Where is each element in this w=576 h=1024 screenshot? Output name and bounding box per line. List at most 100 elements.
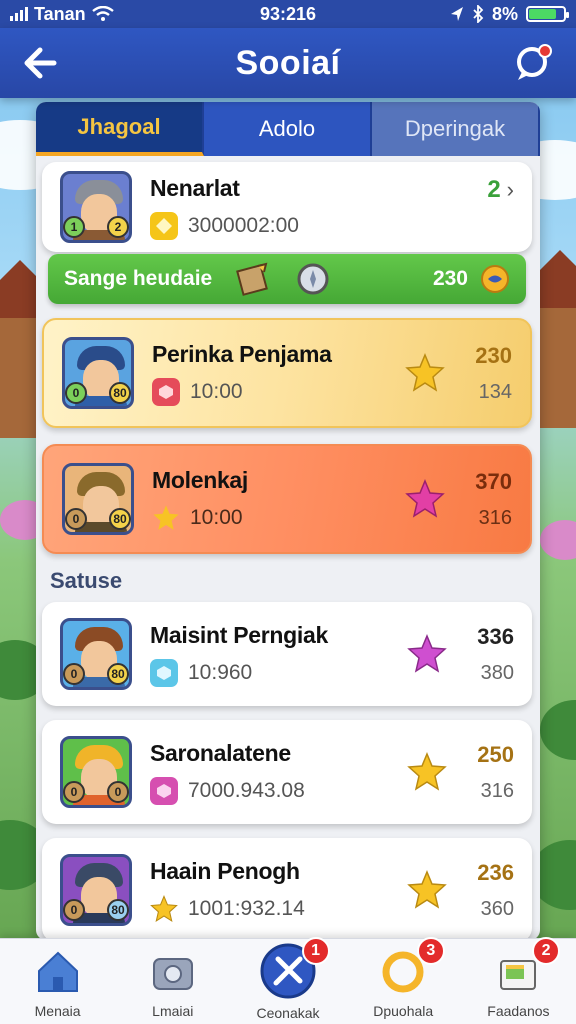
avatar: 0 0 (60, 736, 132, 808)
signal-icon (10, 7, 28, 21)
app-header: Sooiaí (0, 28, 576, 98)
bottom-nav: Menaia Lmaiai 1 Ceonakak 3 Dpuohala 2 Fa… (0, 937, 576, 1024)
star-small-icon (150, 894, 178, 923)
avatar: 1 2 (60, 171, 132, 243)
avatar: 0 80 (62, 463, 134, 535)
player-name: Perinka Penjama (152, 340, 332, 367)
level-badge: 0 (63, 663, 85, 685)
player-score-secondary: 316 (478, 506, 512, 529)
tab-adolo[interactable]: Adolo (204, 102, 372, 156)
level-badge: 2 (107, 216, 129, 238)
player-name: Maisint Perngiak (150, 621, 328, 648)
notification-dot (538, 44, 552, 58)
chevron-right-icon[interactable]: › (507, 177, 514, 203)
player-name: Molenkaj (152, 466, 249, 493)
section-label: Satuse (50, 568, 123, 593)
tab-dperingak[interactable]: Dperingak (372, 102, 540, 156)
main-panel: Jhagoal Adolo Dperingak 1 2 Nenarlat 300… (36, 102, 540, 940)
home-icon (37, 951, 78, 992)
status-bar: Tanan 93:216 8% (0, 0, 576, 28)
level-badge: 80 (109, 382, 131, 404)
chat-button[interactable] (510, 42, 554, 86)
nav-label: Lmaiai (152, 1003, 194, 1019)
player-score: 230 (475, 342, 512, 368)
player-name: Nenarlat (150, 174, 240, 201)
player-score: 336 (477, 623, 514, 649)
player-score-secondary: 360 (480, 897, 514, 920)
player-name: Haain Penogh (150, 857, 300, 884)
pink-star-icon (407, 634, 448, 673)
gem-icon (152, 377, 180, 406)
event-label: Sange heudaie (64, 267, 213, 290)
player-value: 7000.943.08 (188, 778, 305, 802)
notification-badge: 3 (416, 937, 445, 965)
player-value: 10:00 (190, 505, 243, 529)
gem-icon (150, 776, 178, 805)
level-badge: 1 (63, 216, 85, 238)
player-score: 236 (477, 859, 514, 885)
avatar: 0 80 (60, 618, 132, 690)
nav-item-home[interactable]: Menaia (0, 939, 115, 1024)
level-badge: 0 (63, 781, 85, 803)
level-badge: 80 (109, 508, 131, 530)
level-badge: 0 (65, 382, 87, 404)
star-icon (405, 353, 446, 392)
player-value: 1001:932.14 (188, 896, 305, 920)
featured-count: 2 (487, 176, 501, 203)
scroll-icon (236, 262, 269, 296)
notification-badge: 2 (532, 937, 561, 965)
pink-star-icon (405, 479, 446, 518)
tab-bar: Jhagoal Adolo Dperingak (36, 102, 540, 156)
crystal-icon (150, 658, 178, 687)
level-badge: 80 (107, 899, 129, 921)
player-score-secondary: 316 (480, 779, 514, 802)
star-small-icon (152, 504, 180, 532)
featured-player-card[interactable]: 1 2 Nenarlat 3000002:00 2 › (42, 162, 532, 252)
clock: 93:216 (259, 3, 317, 24)
player-value: 10:00 (190, 379, 243, 403)
bluetooth-icon (473, 5, 484, 23)
nav-item-camera[interactable]: Lmaiai (115, 939, 230, 1024)
star-icon (407, 870, 448, 909)
page-title: Sooiaí (235, 43, 341, 82)
highlight-card[interactable]: 0 80 Perinka Penjama 10:00 230 134 (42, 318, 532, 428)
nav-label: Menaia (34, 1003, 81, 1019)
list-item[interactable]: 0 0 Saronalatene 7000.943.08 250 316 (42, 720, 532, 824)
avatar: 0 80 (60, 854, 132, 926)
player-name: Saronalatene (150, 739, 291, 766)
nav-label: Faadanos (487, 1003, 550, 1019)
player-value: 3000002:00 (188, 213, 299, 237)
level-badge: 0 (65, 508, 87, 530)
battery-percent: 8% (491, 3, 518, 24)
star-icon (407, 752, 448, 791)
location-icon (450, 7, 463, 21)
gold-coin-icon (481, 265, 509, 293)
nav-item-box[interactable]: 2 Faadanos (461, 937, 576, 1024)
highlight-card[interactable]: 0 80 Molenkaj 10:00 370 316 (42, 444, 532, 554)
event-value: 230 (432, 267, 468, 290)
carrier-name: Tanan (34, 3, 86, 24)
tab-jhagoal[interactable]: Jhagoal (36, 102, 204, 156)
player-score: 250 (477, 741, 514, 767)
player-score: 370 (475, 468, 512, 494)
event-bar[interactable]: Sange heudaie 230 (48, 254, 526, 304)
coin-icon (150, 211, 178, 240)
battery-icon (526, 6, 569, 22)
level-badge: 0 (107, 781, 129, 803)
back-arrow-icon[interactable] (20, 42, 62, 84)
level-badge: 0 (63, 899, 85, 921)
level-badge: 80 (107, 663, 129, 685)
list-item[interactable]: 0 80 Haain Penogh 1001:932.14 236 360 (42, 838, 532, 940)
player-score-secondary: 134 (478, 380, 512, 403)
avatar: 0 80 (62, 337, 134, 409)
player-score-secondary: 380 (480, 661, 514, 684)
nav-item-battle[interactable]: 1 Ceonakak (230, 937, 345, 1024)
camera-icon (152, 958, 193, 990)
player-value: 10:960 (188, 660, 253, 684)
nav-label: Ceonakak (256, 1005, 320, 1021)
nav-item-ring[interactable]: 3 Dpuohala (346, 937, 461, 1024)
compass-icon (297, 263, 329, 295)
wifi-icon (91, 6, 114, 21)
list-item[interactable]: 0 80 Maisint Perngiak 10:960 336 380 (42, 602, 532, 706)
notification-badge: 1 (301, 937, 330, 965)
